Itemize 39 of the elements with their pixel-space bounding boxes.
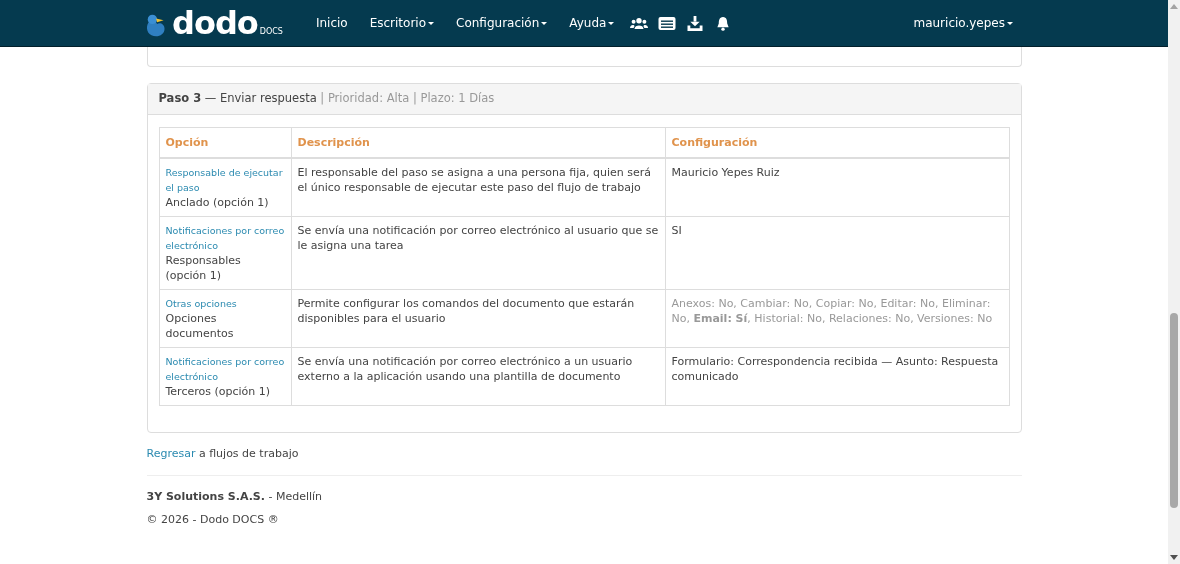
nav-link[interactable]: Inicio (304, 16, 359, 30)
users-icon[interactable] (630, 15, 649, 31)
option-link[interactable]: Otras opciones (165, 296, 285, 311)
option-link[interactable]: Notificaciones por correo electrónico (165, 223, 285, 253)
configuration-text: Mauricio Yepes Ruiz (671, 166, 780, 179)
option-value: Opciones documentos (165, 311, 235, 341)
logo-wordmark[interactable]: dodo (172, 7, 258, 39)
configuration-text: SI (671, 224, 682, 237)
option-value: Terceros (opción 1) (165, 384, 272, 399)
option-link[interactable]: Notificaciones por correo electrónico (165, 354, 285, 384)
configuration-text: Formulario: Correspondencia recibida — Asunto: Respuesta comunicado (671, 355, 999, 383)
description-text: Se envía una notificación por correo electrónico al usuario que se le asigna una tarea (297, 224, 659, 252)
nav-link[interactable]: Configuración (445, 16, 559, 30)
download-icon[interactable] (686, 15, 705, 31)
caret-icon (608, 21, 615, 25)
card-list-icon[interactable] (658, 15, 677, 31)
option-link[interactable]: Responsable de ejecutar el paso (165, 165, 285, 195)
option-value: Anclado (opción 1) (165, 195, 270, 210)
step-heading: Paso 3 — Enviar respuesta | Prioridad: Alta | Plazo: 1 Días (158, 91, 495, 105)
column-header: Descripción (291, 127, 665, 158)
back-link[interactable]: Regresar (146, 447, 196, 460)
option-value: Responsables (opción 1) (165, 253, 242, 283)
scrollbar[interactable] (1168, 0, 1180, 564)
caret-icon (1007, 21, 1013, 25)
company-text: 3Y Solutions S.A.S. - Medellín (146, 490, 323, 503)
column-header: Configuración (665, 127, 1009, 158)
back-text: a flujos de trabajo (197, 447, 299, 460)
configuration-text: Anexos: No, Cambiar: No, Copiar: No, Editar: No, Eliminar: No, Email: Sí, Historial: No, Relaciones: No, Versiones: No (671, 297, 993, 325)
copyright-text: © 2026 - Dodo DOCS ® (146, 513, 279, 526)
column-header: Opción (159, 127, 291, 158)
nav-link[interactable]: Ayuda (558, 16, 626, 30)
description-text: Se envía una notificación por correo electrónico a un usuario externo a la aplicación usando una plantilla de documento (297, 355, 633, 383)
caret-icon (428, 21, 435, 25)
description-text: El responsable del paso se asigna a una persona fija, quien será el único responsable de ejecutar este paso del flujo de trabajo (297, 166, 652, 194)
logo-subtitle: DOCS (259, 27, 283, 37)
user-menu[interactable]: mauricio.yepes (902, 16, 1024, 30)
caret-icon (541, 21, 548, 25)
description-text: Permite configurar los comandos del documento que estarán disponibles para el usuario (297, 297, 635, 325)
nav-link[interactable]: Escritorio (358, 16, 446, 30)
